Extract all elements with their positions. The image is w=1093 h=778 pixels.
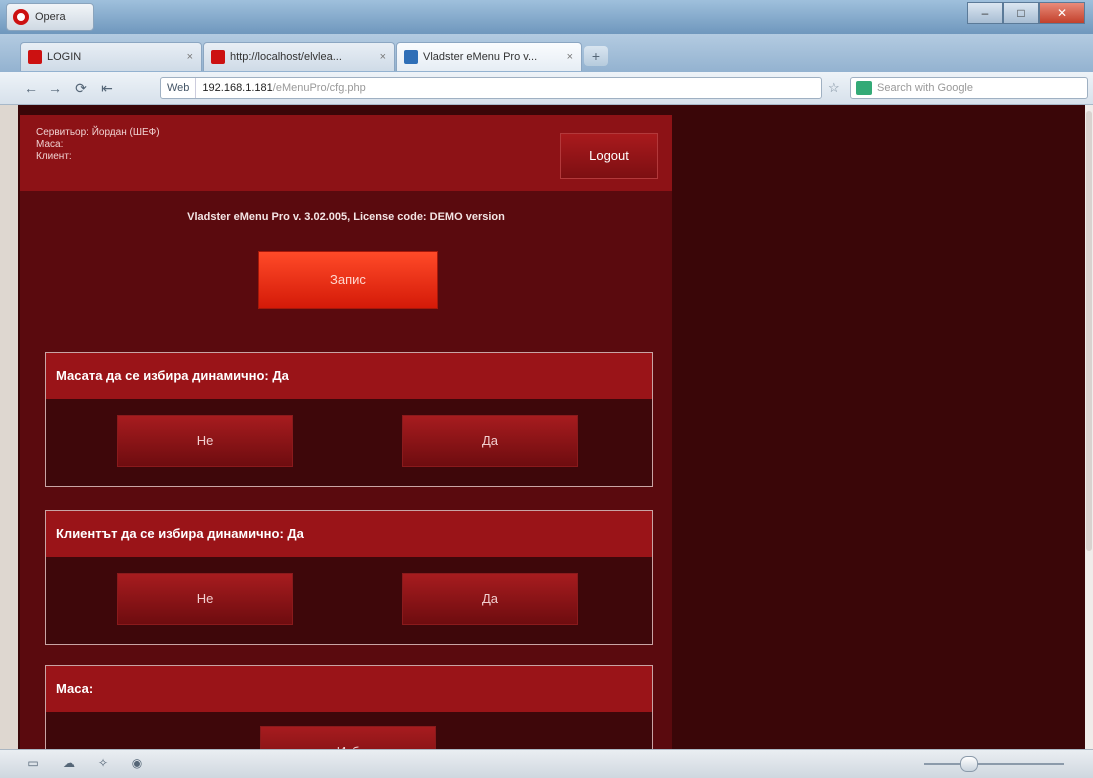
panel-title: Клиентът да се избира динамично: Да	[46, 511, 652, 557]
maximize-button[interactable]: □	[1003, 2, 1039, 24]
app-header: Сервитьор: Йордан (ШЕФ) Маса: Клиент: Lo…	[20, 115, 672, 191]
rewind-icon[interactable]: ⇤	[96, 78, 118, 98]
unite-icon[interactable]: ☁	[62, 756, 76, 770]
client-info: Клиент:	[36, 151, 72, 162]
table-select-panel: Маса: Изб	[45, 665, 653, 749]
browser-statusbar: ▭ ☁ ✧ ◉	[0, 749, 1093, 778]
right-pane	[672, 115, 1084, 749]
new-tab-button[interactable]: +	[584, 46, 608, 66]
opera-favicon-icon	[211, 50, 225, 64]
dynamic-table-no-button[interactable]: Не	[117, 415, 293, 467]
left-panel-frame	[0, 105, 18, 749]
dynamic-client-panel: Клиентът да се избира динамично: Да Не Д…	[45, 510, 653, 645]
dynamic-client-no-button[interactable]: Не	[117, 573, 293, 625]
tab-bar: LOGIN × http://localhost/elvlea... × Vla…	[0, 34, 1093, 72]
dynamic-table-panel: Масата да се избира динамично: Да Не Да	[45, 352, 653, 487]
page-viewport: Сервитьор: Йордан (ШЕФ) Маса: Клиент: Lo…	[0, 105, 1093, 749]
scrollbar-thumb[interactable]	[1086, 111, 1092, 551]
panel-title: Масата да се избира динамично: Да	[46, 353, 652, 399]
session-info: Сервитьор: Йордан (ШЕФ) Маса: Клиент:	[36, 127, 160, 163]
speed-dial-icon[interactable]: ◉	[130, 756, 144, 770]
tab-localhost[interactable]: http://localhost/elvlea... ×	[203, 42, 395, 71]
back-icon[interactable]: ←	[20, 78, 42, 98]
dynamic-client-yes-button[interactable]: Да	[402, 573, 578, 625]
tab-close-icon[interactable]: ×	[380, 51, 386, 63]
close-window-button[interactable]: ✕	[1039, 2, 1085, 24]
panel-title: Маса:	[46, 666, 652, 712]
google-icon	[856, 81, 872, 95]
address-url-path: /eMenuPro/cfg.php	[272, 82, 366, 94]
zoom-slider-handle[interactable]	[960, 756, 978, 772]
search-placeholder: Search with Google	[877, 82, 973, 94]
window-titlebar: Opera – □ ✕	[0, 0, 1093, 34]
window-controls: – □ ✕	[967, 2, 1085, 24]
save-button[interactable]: Запис	[259, 252, 437, 308]
page-favicon-icon	[404, 50, 418, 64]
turbo-icon[interactable]: ✧	[96, 756, 110, 770]
address-toolbar: ← → ⟳ ⇤ Web 192.168.1.181/eMenuPro/cfg.p…	[0, 72, 1093, 105]
dynamic-table-yes-button[interactable]: Да	[402, 415, 578, 467]
opera-menu-button[interactable]: Opera	[6, 3, 94, 31]
reload-icon[interactable]: ⟳	[70, 78, 92, 98]
address-url-host: 192.168.1.181	[202, 82, 273, 94]
minimize-button[interactable]: –	[967, 2, 1003, 24]
tab-close-icon[interactable]: ×	[187, 51, 193, 63]
bookmark-star-icon[interactable]: ☆	[828, 78, 846, 98]
tab-login[interactable]: LOGIN ×	[20, 42, 202, 71]
opera-menu-label: Opera	[35, 11, 66, 23]
page-scrollbar[interactable]	[1085, 105, 1093, 749]
table-info: Маса:	[36, 139, 64, 150]
choose-table-button[interactable]: Изб	[260, 726, 436, 749]
address-url: 192.168.1.181/eMenuPro/cfg.php	[196, 82, 365, 94]
license-text: Vladster eMenu Pro v. 3.02.005, License …	[187, 211, 505, 223]
tab-label: http://localhost/elvlea...	[230, 51, 342, 63]
waiter-info: Сервитьор: Йордан (ШЕФ)	[36, 127, 160, 138]
tab-label: LOGIN	[47, 51, 82, 63]
tab-label: Vladster eMenu Pro v...	[423, 51, 538, 63]
search-input[interactable]: Search with Google	[850, 77, 1088, 99]
logout-button[interactable]: Logout	[560, 133, 658, 179]
emenu-config-app: Сервитьор: Йордан (ШЕФ) Маса: Клиент: Lo…	[20, 115, 672, 749]
opera-favicon-icon	[28, 50, 42, 64]
tab-close-icon[interactable]: ×	[567, 51, 573, 63]
panel-toggle-icon[interactable]: ▭	[26, 756, 40, 770]
address-bar[interactable]: Web 192.168.1.181/eMenuPro/cfg.php	[160, 77, 822, 99]
forward-icon[interactable]: →	[44, 78, 66, 98]
tab-vladster[interactable]: Vladster eMenu Pro v... ×	[396, 42, 582, 71]
address-web-label: Web	[161, 78, 197, 98]
opera-logo-icon	[13, 9, 29, 25]
zoom-slider[interactable]	[924, 763, 1064, 765]
